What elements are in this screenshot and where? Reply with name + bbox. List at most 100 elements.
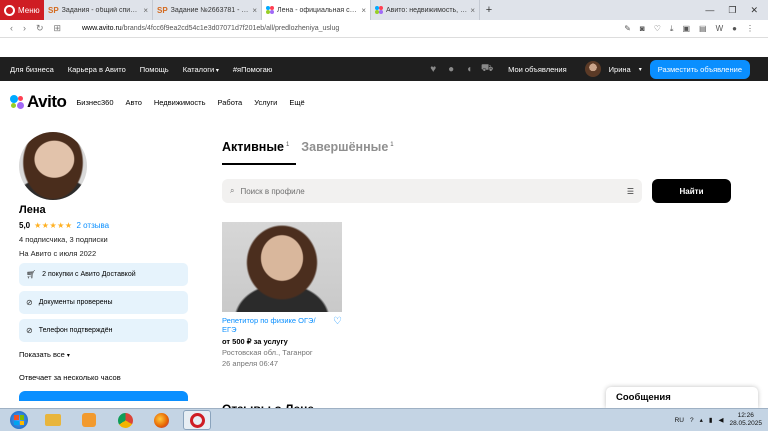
tabs-grid-icon[interactable]: ⊞ — [54, 23, 62, 34]
clock-time: 12:26 — [737, 412, 754, 419]
close-tab-icon[interactable]: × — [252, 6, 257, 15]
opera-icon[interactable] — [183, 410, 211, 430]
top-links: Для бизнеса Карьера в Авито Помощь Катал… — [0, 65, 272, 74]
clock[interactable]: 12:26 28.05.2025 — [729, 412, 762, 428]
category-jobs[interactable]: Работа — [217, 98, 242, 107]
link-help[interactable]: Помощь — [140, 65, 169, 74]
filter-icon[interactable]: ☰ — [627, 187, 634, 196]
camera-icon[interactable]: ◙ — [640, 24, 645, 34]
listing-tabs: Активные 1 Завершённые 1 — [222, 140, 394, 154]
help-icon[interactable]: ? — [690, 417, 694, 424]
minimize-icon[interactable]: — — [705, 5, 714, 15]
search-input[interactable]: Поиск в профиле — [240, 187, 304, 196]
link-career[interactable]: Карьера в Авито — [68, 65, 126, 74]
close-tab-icon[interactable]: × — [143, 6, 148, 15]
volume-icon[interactable]: ◀ — [718, 416, 723, 424]
address-bar: ‹ › ↻ ⊞ www.avito.ru/brands/4fcc6f9ea2cd… — [0, 20, 768, 38]
cart-icon: 🛒︎ — [26, 270, 37, 279]
messages-chat-icon[interactable]: ◖ — [464, 64, 474, 75]
link-business[interactable]: Для бизнеса — [10, 65, 54, 74]
category-services[interactable]: Услуги — [254, 98, 277, 107]
listing-title[interactable]: Репетитор по физике ОГЭ/ЕГЭ — [222, 316, 317, 334]
avito-logo[interactable]: Avito — [0, 92, 67, 112]
tab-completed[interactable]: Завершённые 1 — [301, 140, 393, 154]
network-icon[interactable]: ▮ — [709, 416, 713, 424]
language-indicator[interactable]: RU — [675, 417, 684, 424]
opera-logo-icon — [4, 4, 15, 16]
tray-apps-icon[interactable]: ▴ — [700, 416, 703, 424]
tab-active[interactable]: Активные 1 — [222, 140, 289, 154]
link-i-help[interactable]: #яПомогаю — [233, 65, 273, 74]
opera-menu-button[interactable]: Меню — [0, 0, 44, 20]
link-catalogs[interactable]: Каталоги — [183, 65, 219, 74]
profile-search[interactable]: ⌕ Поиск в профиле ☰ — [222, 179, 642, 203]
notifications-bell-icon[interactable]: ● — [446, 64, 456, 75]
start-button[interactable] — [5, 410, 33, 431]
download-icon[interactable]: ⤓ — [670, 24, 674, 34]
back-icon[interactable]: ‹ — [10, 23, 13, 34]
user-avatar[interactable] — [584, 61, 601, 77]
maximize-icon[interactable]: ❐ — [728, 5, 736, 16]
chevron-down-icon[interactable]: ▾ — [639, 66, 642, 73]
url-field[interactable]: www.avito.ru/brands/4fcc6f9ea2cd54c1e3d0… — [82, 25, 624, 32]
extension-icon[interactable]: ▣ — [682, 24, 690, 34]
user-name[interactable]: Ирина — [609, 65, 631, 74]
tab-title: Задания - общий список — [61, 6, 141, 14]
close-tab-icon[interactable]: × — [361, 6, 366, 15]
listing-title-row: Репетитор по физике ОГЭ/ЕГЭ ♡ — [222, 316, 342, 334]
heart-icon[interactable]: ♡ — [654, 24, 661, 34]
category-nav: Бизнес360 Авто Недвижимость Работа Услуг… — [76, 98, 304, 107]
forward-icon[interactable]: › — [23, 23, 26, 34]
badge-phone: ⊘ Телефон подтверждён — [19, 319, 188, 342]
find-button[interactable]: Найти — [652, 179, 731, 203]
browser-tab[interactable]: SP Задание №2663781 - про × — [153, 0, 262, 20]
w-extension-icon[interactable]: W — [716, 24, 724, 34]
browser-tab[interactable]: SP Задания - общий список × — [44, 0, 153, 20]
listing-photo[interactable] — [222, 222, 342, 312]
rating-stars-icon: ★★★★★ — [34, 221, 73, 230]
windows-logo-icon — [10, 411, 28, 429]
more-icon[interactable]: ⋮ — [746, 24, 754, 34]
listing-card[interactable]: Репетитор по физике ОГЭ/ЕГЭ ♡ от 500 ₽ з… — [222, 222, 342, 368]
reload-icon[interactable]: ↻ — [36, 23, 44, 34]
favorite-heart-icon[interactable]: ♡ — [333, 316, 342, 334]
explorer-folder-icon[interactable] — [39, 410, 67, 430]
new-tab-button[interactable]: + — [480, 0, 498, 20]
tab-active-count: 1 — [285, 141, 290, 148]
listing-date: 26 апреля 06:47 — [222, 359, 279, 368]
subscribers-count[interactable]: 4 подписчика, 3 подписки — [19, 235, 189, 244]
profile-name: Лена — [19, 204, 46, 216]
browser-tab-strip: Меню SP Задания - общий список × SP Зада… — [0, 0, 768, 20]
browser-tab-active[interactable]: Лена - официальная стра × — [262, 0, 371, 20]
firefox-icon[interactable] — [147, 410, 175, 430]
messages-popup[interactable]: Сообщения — [606, 387, 758, 408]
favorites-heart-icon[interactable]: ♥ — [428, 64, 438, 75]
reviews-link[interactable]: 2 отзыва — [76, 221, 109, 230]
media-player-icon[interactable] — [75, 410, 103, 430]
badge-text: Документы проверены — [38, 299, 113, 306]
address-bar-icons: ✎ ◙ ♡ ⤓ ▣ ▤ W ● ⋮ — [624, 24, 768, 34]
post-ad-button[interactable]: Разместить объявление — [649, 59, 750, 79]
wallet-icon[interactable]: ▤ — [699, 24, 707, 34]
contact-button[interactable] — [19, 391, 188, 401]
tab-title: Лена - официальная стра — [277, 6, 359, 14]
cart-icon[interactable]: ⛟ — [481, 63, 494, 74]
close-window-icon[interactable]: ✕ — [750, 5, 758, 16]
sp-favicon-icon: SP — [157, 5, 168, 15]
account-icon[interactable]: ● — [732, 24, 737, 34]
member-since: На Авито с июля 2022 — [19, 249, 97, 258]
close-tab-icon[interactable]: × — [470, 6, 475, 15]
chevron-down-icon: ▾ — [66, 353, 70, 359]
category-more[interactable]: Ещё — [289, 98, 304, 107]
category-auto[interactable]: Авто — [126, 98, 142, 107]
chrome-icon[interactable] — [111, 410, 139, 430]
category-business360[interactable]: Бизнес360 — [76, 98, 113, 107]
share-icon[interactable]: ✎ — [624, 24, 631, 34]
my-ads-link[interactable]: Мои объявления — [508, 65, 567, 74]
show-all-button[interactable]: Показать все ▾ — [19, 350, 189, 359]
listing-price: от 500 ₽ за услугу — [222, 337, 288, 346]
top-right-actions: ♥ ● ◖ ⛟ Мои объявления Ирина ▾ Разместит… — [428, 59, 768, 79]
category-realty[interactable]: Недвижимость — [154, 98, 206, 107]
tab-completed-count: 1 — [390, 141, 394, 148]
browser-tab[interactable]: Авито: недвижимость, тра × — [371, 0, 480, 20]
